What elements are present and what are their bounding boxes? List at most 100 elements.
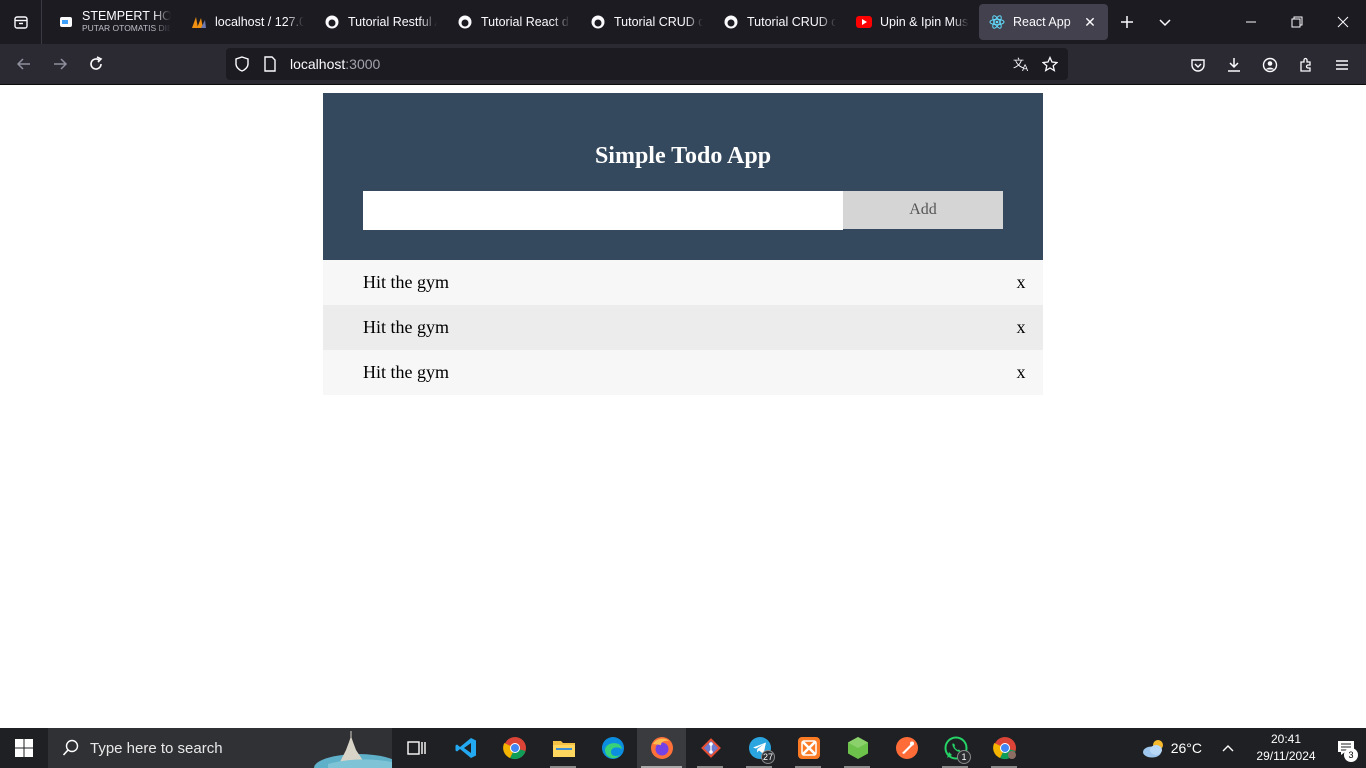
todo-text: Hit the gym	[363, 272, 449, 292]
taskbar-chrome-profile[interactable]	[980, 728, 1029, 768]
close-icon	[1337, 16, 1349, 28]
back-button[interactable]	[6, 48, 42, 80]
tab-react-app[interactable]: React App ✕	[979, 4, 1108, 40]
task-view-button[interactable]	[392, 728, 441, 768]
tab-tutorial-react[interactable]: Tutorial React dasar	[447, 4, 580, 40]
reload-button[interactable]	[78, 48, 114, 80]
list-all-tabs-button[interactable]	[1146, 0, 1184, 44]
notification-count: 3	[1344, 748, 1358, 762]
navigation-toolbar: localhost:3000 文A	[0, 44, 1366, 85]
pocket-icon	[1191, 58, 1205, 72]
tab-tutorial-restful[interactable]: Tutorial Restful API	[314, 4, 447, 40]
partly-cloudy-icon	[1142, 740, 1163, 758]
download-icon	[1228, 57, 1240, 72]
react-icon	[989, 14, 1005, 30]
taskbar-node[interactable]	[833, 728, 882, 768]
add-todo-form: Add	[363, 191, 1003, 230]
taskbar-edge[interactable]	[588, 728, 637, 768]
taskbar-whatsapp[interactable]: 1	[931, 728, 980, 768]
downloads-button[interactable]	[1216, 49, 1252, 81]
search-highlight-image	[308, 728, 392, 768]
forward-button[interactable]	[42, 48, 78, 80]
tab-title: Upin & Ipin Musim	[880, 15, 969, 29]
clock-date: 29/11/2024	[1256, 749, 1316, 763]
todo-input[interactable]	[363, 191, 843, 230]
git-icon	[700, 738, 721, 758]
edge-icon	[601, 737, 624, 759]
taskbar-file-explorer[interactable]	[539, 728, 588, 768]
delete-todo-button[interactable]: x	[1015, 317, 1027, 338]
weather-widget[interactable]: 26°C	[1141, 737, 1202, 759]
firefox-icon	[650, 737, 673, 759]
pocket-button[interactable]	[1180, 49, 1216, 81]
plus-icon	[1121, 16, 1133, 28]
clock[interactable]: 20:41 29/11/2024	[1246, 731, 1326, 765]
close-tab-icon[interactable]: ✕	[1082, 14, 1098, 31]
start-button[interactable]	[0, 728, 48, 768]
account-button[interactable]	[1252, 49, 1288, 81]
new-tab-button[interactable]	[1108, 0, 1146, 44]
taskbar-chrome[interactable]	[490, 728, 539, 768]
tab-stempert-hotspot[interactable]: STEMPERT HOTSPOTPUTAR OTOMATIS DIBLOKIR	[48, 4, 181, 40]
taskbar-telegram[interactable]: 27	[735, 728, 784, 768]
minimize-button[interactable]	[1228, 0, 1274, 44]
shield-icon[interactable]	[228, 48, 256, 80]
minimize-icon	[1246, 21, 1256, 23]
taskbar-git-gui[interactable]	[686, 728, 735, 768]
menu-button[interactable]	[1324, 49, 1360, 81]
unread-badge: 1	[957, 750, 971, 764]
app-header: Simple Todo App Add	[323, 93, 1043, 260]
forward-arrow-icon	[54, 58, 68, 70]
notification-center-button[interactable]: 3	[1326, 728, 1366, 768]
tab-strip: STEMPERT HOTSPOTPUTAR OTOMATIS DIBLOKIR …	[0, 0, 1366, 44]
nodejs-icon	[847, 737, 868, 759]
app-title: Simple Todo App	[594, 143, 772, 169]
unread-badge: 27	[761, 750, 775, 764]
taskbar-xampp[interactable]	[784, 728, 833, 768]
todo-text: Hit the gym	[363, 362, 449, 382]
todo-text: Hit the gym	[363, 317, 449, 337]
tab-upin-ipin[interactable]: Upin & Ipin Musim	[846, 4, 979, 40]
page-icon[interactable]	[256, 48, 284, 80]
translate-icon[interactable]: 文A	[1008, 48, 1036, 80]
tab-title: Tutorial Restful API	[348, 15, 437, 29]
url-host: localhost	[290, 56, 346, 72]
temperature: 26°C	[1170, 740, 1202, 756]
tab-tutorial-crud-2[interactable]: Tutorial CRUD dengan	[713, 4, 846, 40]
delete-todo-button[interactable]: x	[1015, 362, 1027, 383]
extensions-button[interactable]	[1288, 49, 1324, 81]
taskbar-firefox[interactable]	[637, 728, 686, 768]
taskbar-search[interactable]: Type here to search	[48, 728, 392, 768]
taskbar-postman[interactable]	[882, 728, 931, 768]
delete-todo-button[interactable]: x	[1015, 272, 1027, 293]
url-port: :3000	[345, 56, 381, 72]
taskbar-vscode[interactable]	[441, 728, 490, 768]
bookmark-star-icon[interactable]	[1036, 48, 1064, 80]
tab-title: Tutorial React dasar	[481, 15, 570, 29]
add-button[interactable]: Add	[843, 191, 1003, 229]
clock-time: 20:41	[1270, 732, 1302, 746]
todo-app: Simple Todo App Add Hit the gym x Hit th…	[323, 93, 1043, 395]
tab-list-button[interactable]	[0, 0, 42, 44]
chrome-icon	[502, 737, 526, 760]
todo-item[interactable]: Hit the gym x	[323, 305, 1043, 350]
todo-item[interactable]: Hit the gym x	[323, 260, 1043, 305]
tab-title: Tutorial CRUD dengan	[614, 15, 703, 29]
postman-icon	[895, 737, 918, 759]
reload-icon	[90, 56, 103, 70]
task-view-icon	[406, 741, 426, 755]
show-hidden-icons-button[interactable]	[1216, 744, 1240, 752]
todo-item[interactable]: Hit the gym x	[323, 350, 1043, 395]
restore-button[interactable]	[1274, 0, 1320, 44]
tab-localhost-phpmyadmin[interactable]: localhost / 127.0.0.1	[181, 4, 314, 40]
url-text[interactable]: localhost:3000	[290, 56, 380, 72]
restore-icon	[1291, 16, 1303, 28]
hamburger-icon	[1336, 59, 1348, 70]
tab-title: React App	[1013, 15, 1071, 29]
back-arrow-icon	[16, 58, 30, 70]
tab-tutorial-crud-1[interactable]: Tutorial CRUD dengan	[580, 4, 713, 40]
search-placeholder: Type here to search	[90, 739, 223, 757]
close-window-button[interactable]	[1320, 0, 1366, 44]
url-bar[interactable]: localhost:3000 文A	[226, 48, 1068, 80]
chevron-up-icon	[1222, 745, 1234, 752]
